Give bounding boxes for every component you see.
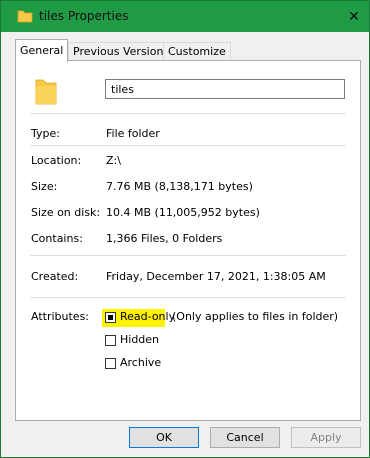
read-only-checkbox[interactable] [105,312,116,323]
folder-name-input[interactable] [105,79,345,99]
separator [30,297,346,298]
tab-customize[interactable]: Customize [163,42,231,61]
attributes-label: Attributes: [31,310,90,323]
hidden-label[interactable]: Hidden [120,333,159,346]
archive-checkbox[interactable] [105,358,116,369]
apply-button[interactable]: Apply [291,427,361,448]
read-only-note: (Only applies to files in folder) [172,310,339,323]
properties-dialog: tiles Properties ✕ General Previous Vers… [0,0,370,458]
size-on-disk-value: 10.4 MB (11,005,952 bytes) [106,206,260,219]
read-only-label[interactable]: Read-only [120,310,175,323]
size-on-disk-label: Size on disk: [31,206,101,219]
contains-value: 1,366 Files, 0 Folders [106,232,223,245]
general-panel: Type: File folder Location: Z:\ Size: 7.… [15,60,361,421]
title-bar[interactable]: tiles Properties ✕ [1,1,369,32]
created-label: Created: [31,270,79,283]
tab-previous-versions[interactable]: Previous Versions [68,42,175,61]
contains-label: Contains: [31,232,83,245]
tab-general[interactable]: General [15,39,69,62]
type-value: File folder [106,127,160,140]
separator [30,113,346,114]
separator [30,145,346,146]
size-value: 7.76 MB (8,138,171 bytes) [106,180,253,193]
folder-large-icon [35,79,57,105]
location-value: Z:\ [106,154,121,167]
size-label: Size: [31,180,58,193]
archive-label[interactable]: Archive [120,356,161,369]
cancel-button[interactable]: Cancel [210,427,280,448]
close-button[interactable]: ✕ [339,1,369,32]
separator [30,255,346,256]
created-value: Friday, December 17, 2021, 1:38:05 AM [106,270,326,283]
ok-button[interactable]: OK [129,427,199,448]
close-icon: ✕ [348,8,360,25]
folder-icon [17,10,33,23]
type-label: Type: [31,127,60,140]
hidden-checkbox[interactable] [105,335,116,346]
window-title: tiles Properties [39,9,129,23]
location-label: Location: [31,154,82,167]
